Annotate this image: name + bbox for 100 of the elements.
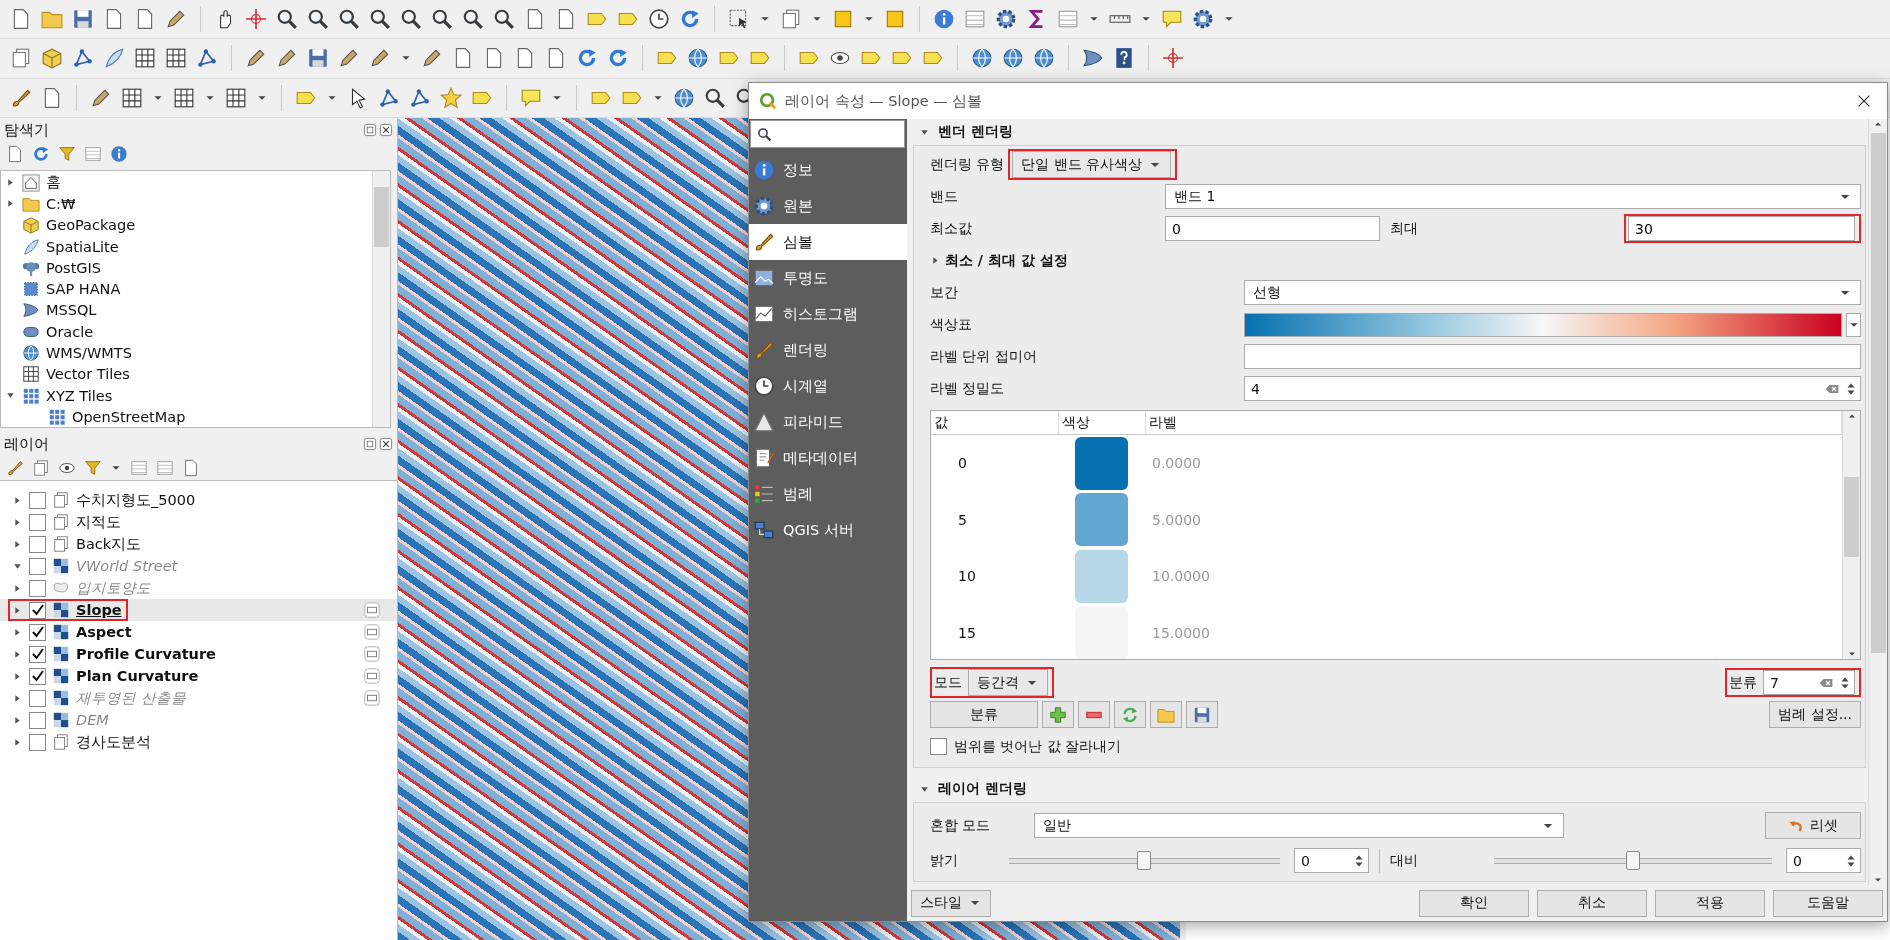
layer-checkbox[interactable] (29, 623, 46, 641)
brush-icon[interactable] (10, 86, 32, 109)
layer-checkbox[interactable] (29, 689, 46, 707)
grid-icon[interactable] (225, 86, 247, 109)
globe-icon[interactable] (687, 47, 709, 70)
sidebar-item[interactable]: 렌더링 (749, 332, 907, 368)
browser-item[interactable]: SAP HANA (46, 281, 121, 298)
filter-icon[interactable] (58, 145, 76, 163)
globe-icon[interactable] (1033, 47, 1055, 70)
add-class-button[interactable] (1042, 701, 1074, 728)
chip-icon[interactable] (363, 601, 381, 619)
expand-arrow-icon[interactable] (5, 198, 16, 210)
expand-arrow-icon[interactable] (12, 516, 23, 528)
expand-arrow-icon[interactable] (12, 604, 23, 616)
color-swatch[interactable] (1075, 436, 1128, 490)
clock-icon[interactable] (648, 8, 670, 31)
vertex-icon[interactable] (409, 86, 431, 109)
magnifier-icon[interactable] (338, 8, 360, 31)
browser-item[interactable]: Oracle (46, 323, 94, 340)
globe-icon[interactable] (673, 86, 695, 109)
box-icon[interactable] (41, 47, 63, 70)
render-type-dropdown[interactable]: 단일 밴드 유사색상 (1012, 151, 1172, 178)
expand-arrow-icon[interactable] (12, 714, 23, 726)
vertex-icon[interactable] (196, 47, 218, 70)
sidebar-item[interactable]: 투명도 (749, 260, 907, 296)
color-ramp-menu-button[interactable] (1846, 312, 1861, 337)
refresh-icon[interactable] (32, 145, 50, 163)
min-value-field[interactable]: 0 (1165, 216, 1380, 241)
pencil-icon[interactable] (421, 47, 443, 70)
color-swatch[interactable] (1075, 606, 1128, 659)
chip-icon[interactable] (363, 689, 381, 707)
expand-arrow-icon[interactable] (12, 736, 23, 748)
grid-icon[interactable] (173, 86, 195, 109)
help-icon[interactable] (1113, 47, 1135, 70)
layer-checkbox[interactable] (29, 645, 46, 663)
expand-arrow-icon[interactable] (12, 648, 23, 660)
sidebar-item[interactable]: 심볼 (749, 224, 907, 260)
layer-stack-icon[interactable] (780, 8, 802, 31)
layer-name[interactable]: 재투영된 산출물 (76, 688, 186, 708)
globe-icon[interactable] (971, 47, 993, 70)
layer-stack-icon[interactable] (32, 459, 50, 477)
band-dropdown[interactable]: 밴드 1 (1165, 184, 1861, 209)
sidebar-item[interactable]: 히스토그램 (749, 296, 907, 332)
mode-dropdown[interactable]: 등간격 (968, 669, 1048, 696)
brush-icon[interactable] (6, 459, 24, 477)
pencil-icon[interactable] (338, 47, 360, 70)
pencil-icon[interactable] (165, 8, 187, 31)
layer-checkbox[interactable] (29, 513, 46, 531)
pencil-icon[interactable] (276, 47, 298, 70)
document-icon[interactable] (182, 459, 200, 477)
pencil-icon[interactable] (245, 47, 267, 70)
layer-checkbox[interactable] (29, 535, 46, 553)
dialog-button[interactable]: 확인 (1419, 889, 1529, 917)
sidebar-item[interactable]: 피라미드 (749, 404, 907, 440)
dialog-button[interactable]: 취소 (1537, 889, 1647, 917)
dialog-button[interactable]: 적용 (1655, 889, 1765, 917)
expand-arrow-icon[interactable] (12, 582, 23, 594)
gear-icon[interactable] (995, 8, 1017, 31)
sidebar-item[interactable]: QGIS 서버 (749, 512, 907, 548)
magnifier-icon[interactable] (276, 8, 298, 31)
browser-item[interactable]: OpenStreetMap (72, 408, 186, 425)
layer-checkbox[interactable] (29, 557, 46, 575)
info-icon[interactable] (110, 145, 128, 163)
magnifier-icon[interactable] (462, 8, 484, 31)
contrast-spinbox[interactable]: 0 (1786, 848, 1861, 873)
star-icon[interactable] (440, 86, 462, 109)
layer-name[interactable]: Plan Curvature (76, 668, 199, 684)
grid-icon[interactable] (165, 47, 187, 70)
expand-arrow-icon[interactable] (12, 692, 23, 704)
layer-name[interactable]: Back지도 (76, 534, 142, 554)
classify-button[interactable]: 분류 (930, 701, 1038, 728)
gear-icon[interactable] (1192, 8, 1214, 31)
layer-name[interactable]: 경사도분석 (76, 732, 151, 752)
close-icon[interactable] (379, 123, 393, 137)
save-button[interactable] (1186, 701, 1218, 728)
layer-name[interactable]: Aspect (76, 624, 132, 640)
layer-checkbox[interactable] (29, 601, 46, 619)
sidebar-item[interactable]: 메타데이터 (749, 440, 907, 476)
layer-name[interactable]: Profile Curvature (76, 646, 216, 662)
feather-icon[interactable] (103, 47, 125, 70)
layer-name[interactable]: VWorld Street (76, 558, 178, 574)
expand-arrow-icon[interactable] (12, 538, 23, 550)
slider-thumb[interactable] (1137, 851, 1152, 870)
grid-icon[interactable] (134, 47, 156, 70)
color-swatch[interactable] (1075, 493, 1128, 547)
speech-bubble-icon[interactable] (1161, 8, 1183, 31)
magnifier-icon[interactable] (307, 8, 329, 31)
column-header[interactable]: 색상 (1059, 411, 1146, 434)
pencil-icon[interactable] (369, 47, 391, 70)
crosshair-icon[interactable] (1162, 47, 1184, 70)
magnifier-icon[interactable] (431, 8, 453, 31)
grid-icon[interactable] (121, 86, 143, 109)
sidebar-item[interactable]: 시계열 (749, 368, 907, 404)
color-ramp-preview[interactable] (1244, 312, 1842, 337)
precision-spinbox[interactable]: 4 (1244, 376, 1861, 401)
expand-arrow-icon[interactable] (12, 626, 23, 638)
chip-icon[interactable] (363, 645, 381, 663)
close-icon[interactable] (379, 437, 393, 451)
info-icon[interactable] (933, 8, 955, 31)
browser-item[interactable]: MSSQL (46, 302, 97, 319)
